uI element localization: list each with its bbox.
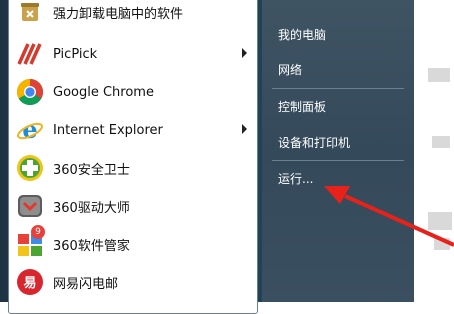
program-label: PicPick	[53, 46, 98, 62]
link-devices-printers[interactable]: 设备和打印机	[278, 134, 350, 151]
submenu-arrow-icon	[242, 124, 247, 134]
separator	[272, 88, 404, 89]
360-software-icon: 9	[15, 225, 45, 259]
blurred-content	[434, 238, 450, 250]
ie-icon: e	[15, 115, 45, 145]
program-label: Google Chrome	[53, 84, 154, 100]
program-item-uninstall[interactable]: 强力卸载电脑中的软件	[15, 0, 255, 31]
program-item-internet-explorer[interactable]: e Internet Explorer	[15, 111, 255, 149]
picpick-icon	[15, 39, 45, 69]
blurred-content	[432, 136, 450, 148]
blurred-content	[428, 68, 450, 82]
chrome-icon	[15, 77, 45, 107]
program-label: 网易闪电邮	[53, 276, 119, 292]
netease-mail-icon: 易	[15, 267, 45, 297]
program-list: 强力卸载电脑中的软件 PicPick Google Chrome e Inter…	[8, 0, 258, 314]
uninstall-icon	[15, 0, 45, 27]
link-my-computer[interactable]: 我的电脑	[278, 26, 326, 43]
program-item-360-driver[interactable]: 360驱动大师	[15, 187, 255, 225]
program-item-360-safe[interactable]: 360安全卫士	[15, 149, 255, 187]
program-label: 360软件管家	[53, 238, 130, 254]
program-label: 360安全卫士	[53, 162, 130, 178]
notification-badge: 9	[31, 225, 45, 239]
program-item-360-software[interactable]: 9 360软件管家	[15, 225, 255, 263]
360-safe-icon	[15, 153, 45, 183]
svg-text:e: e	[22, 116, 37, 144]
program-label: 360驱动大师	[53, 200, 130, 216]
start-menu-right-pane: 我的电脑 网络 控制面板 设备和打印机 运行...	[262, 0, 414, 302]
blurred-content	[428, 212, 452, 230]
svg-text:易: 易	[23, 276, 36, 291]
start-menu: 强力卸载电脑中的软件 PicPick Google Chrome e Inter…	[0, 0, 414, 314]
link-control-panel[interactable]: 控制面板	[278, 98, 326, 115]
separator	[272, 160, 404, 161]
program-item-chrome[interactable]: Google Chrome	[15, 73, 255, 111]
program-item-netease-mail[interactable]: 易 网易闪电邮	[15, 263, 255, 301]
program-label: Internet Explorer	[53, 122, 163, 138]
360-driver-icon	[15, 191, 45, 221]
program-label: 强力卸载电脑中的软件	[53, 6, 184, 22]
submenu-arrow-icon	[242, 48, 247, 58]
link-run[interactable]: 运行...	[278, 170, 313, 187]
background-window	[414, 0, 454, 302]
link-network[interactable]: 网络	[278, 61, 302, 78]
program-item-picpick[interactable]: PicPick	[15, 35, 255, 73]
